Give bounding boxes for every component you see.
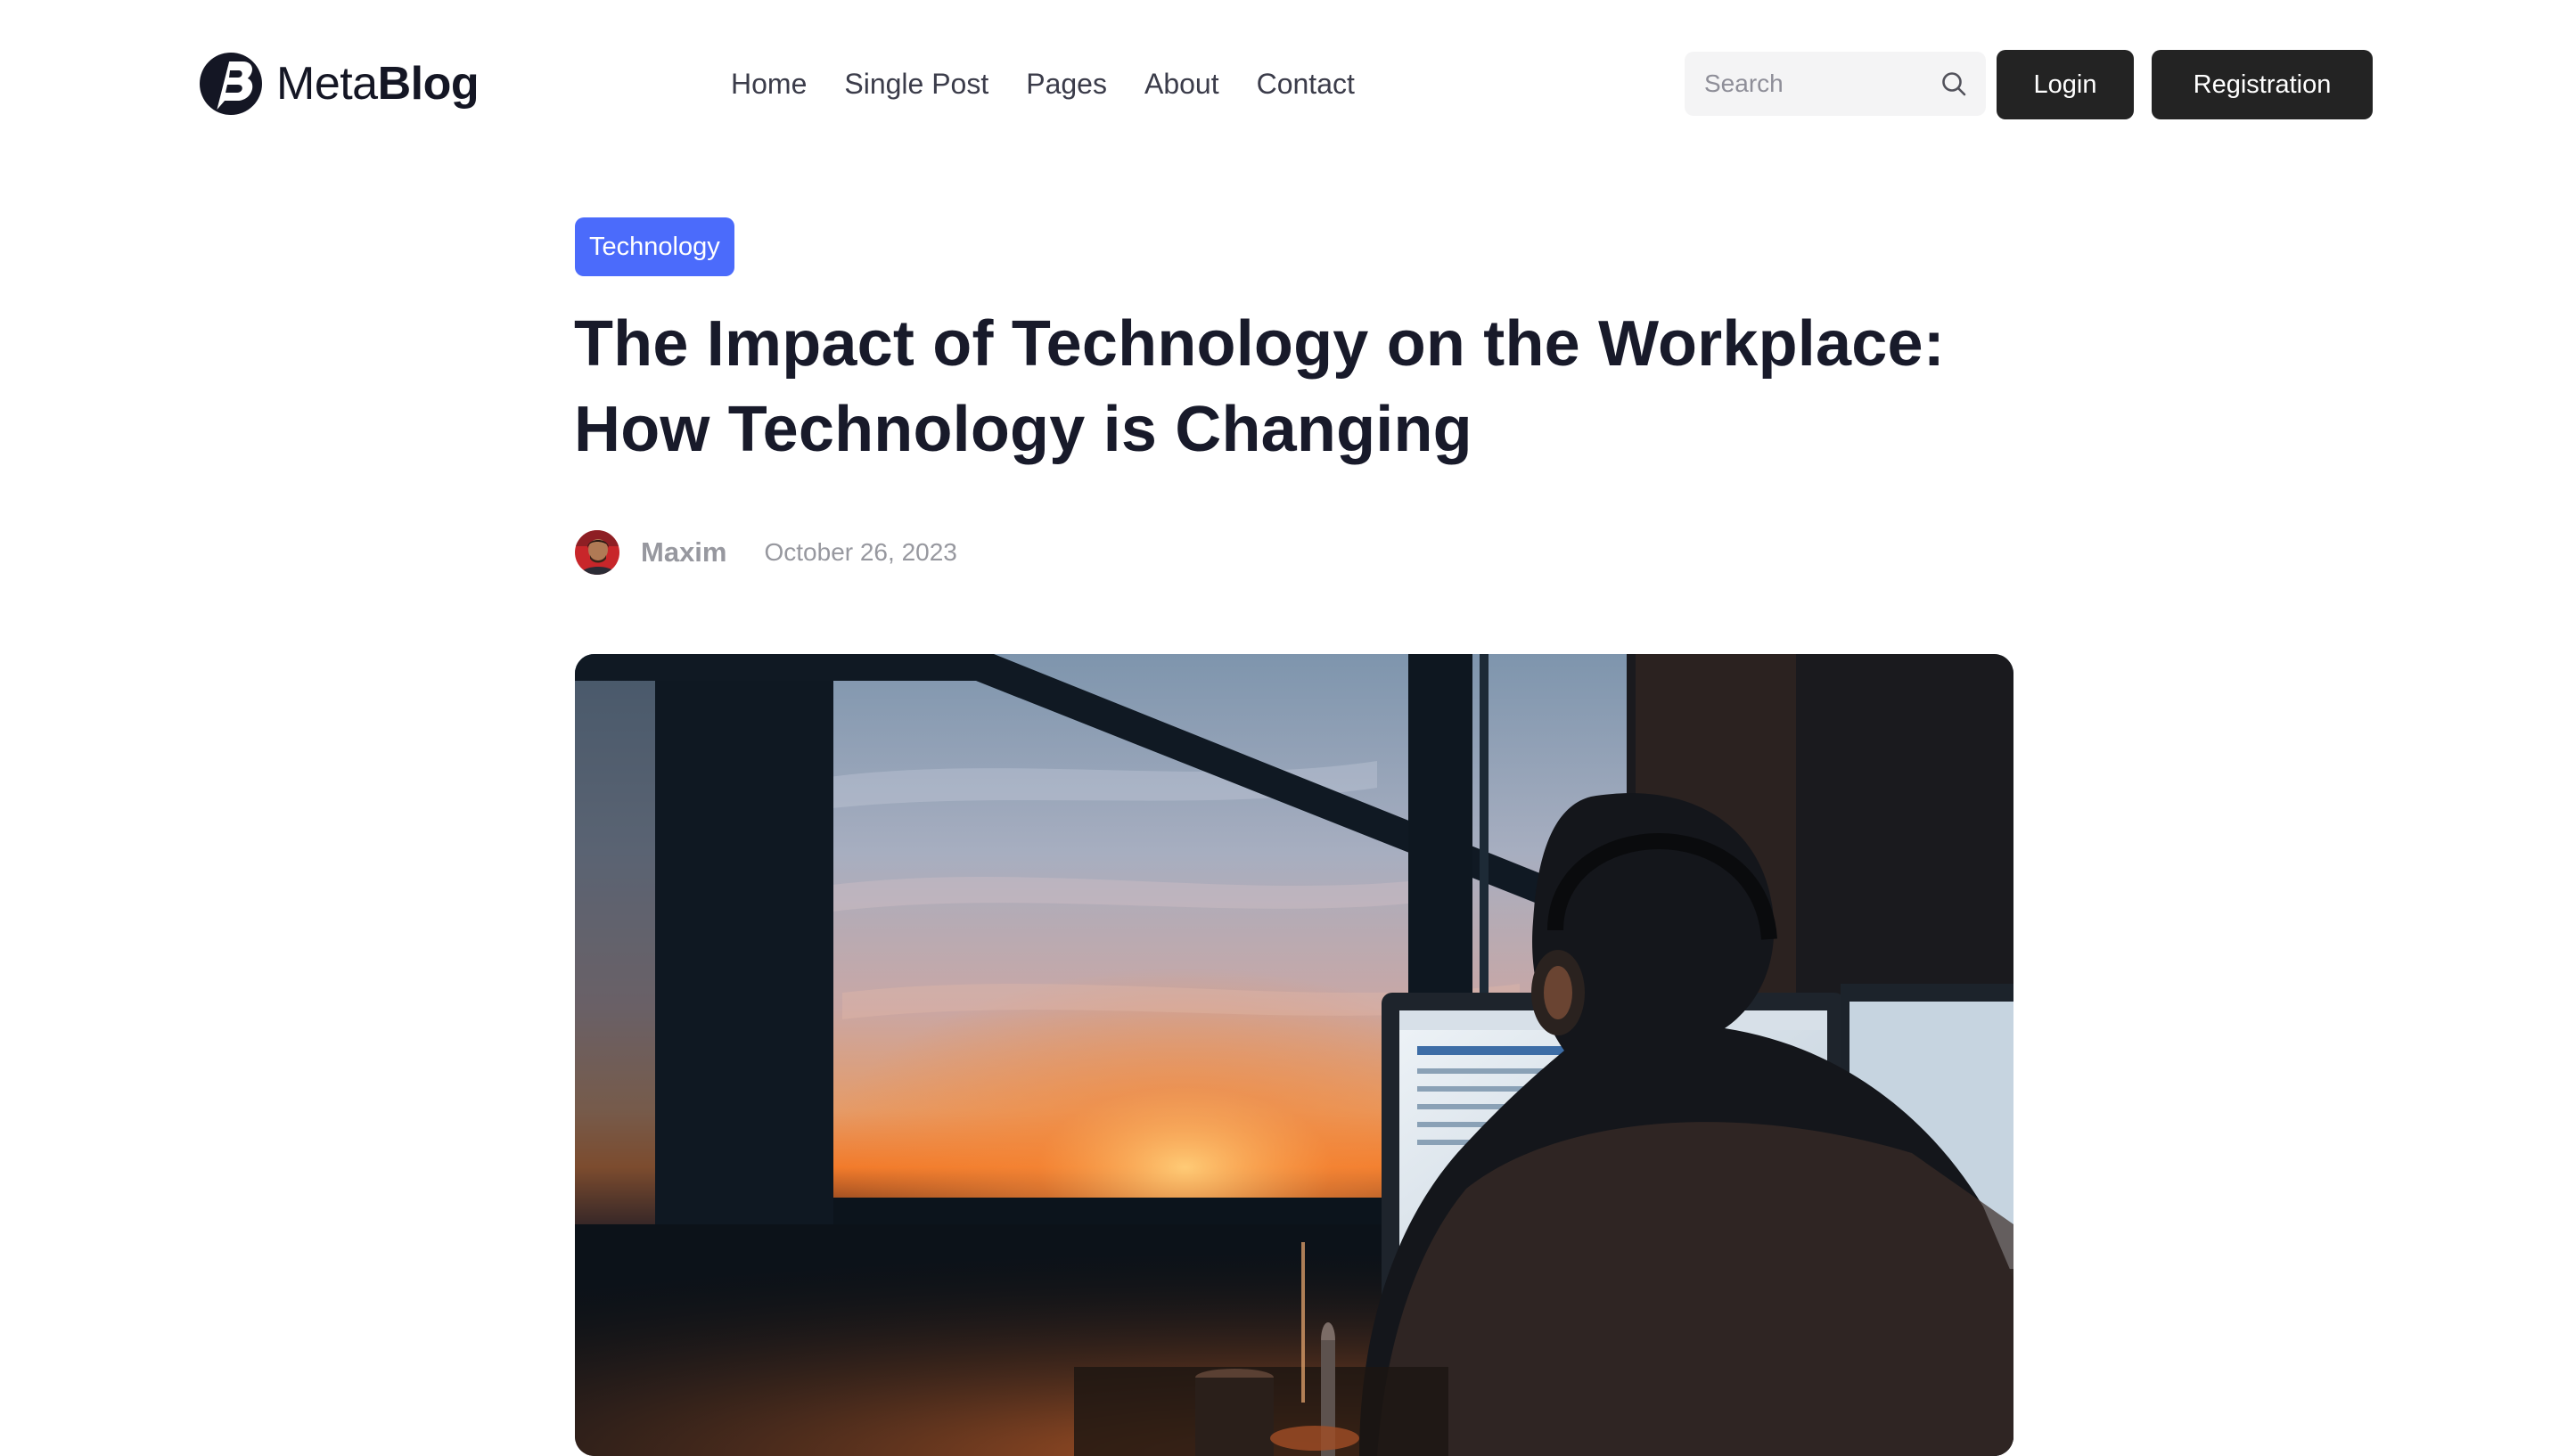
site-logo[interactable]: MetaBlog [198,50,480,118]
author-avatar[interactable] [575,530,619,575]
main-nav: Home Single Post Pages About Contact [731,62,1355,105]
nav-item-contact[interactable]: Contact [1257,70,1355,98]
brand-name-light: Meta [276,58,378,110]
brand-name: MetaBlog [276,58,480,110]
brand-name-bold: Blog [377,58,480,110]
category-badge[interactable]: Technology [575,217,734,276]
author-name[interactable]: Maxim [641,536,726,568]
search-icon[interactable] [1940,70,1968,98]
login-button[interactable]: Login [1997,50,2134,119]
search-box [1685,52,1986,116]
nav-item-single-post[interactable]: Single Post [844,70,988,98]
post-date: October 26, 2023 [764,538,957,566]
nav-item-about[interactable]: About [1144,70,1219,98]
hero-image [575,654,2013,1456]
b-logo-icon [200,53,262,115]
article-title: The Impact of Technology on the Workplac… [574,308,1945,465]
site-header: MetaBlog Home Single Post Pages About Co… [0,0,2567,169]
nav-item-home[interactable]: Home [731,70,807,98]
search-input[interactable] [1702,69,1916,99]
registration-button[interactable]: Registration [2152,50,2373,119]
article-meta: Maxim October 26, 2023 [575,529,957,576]
nav-item-pages[interactable]: Pages [1026,70,1107,98]
